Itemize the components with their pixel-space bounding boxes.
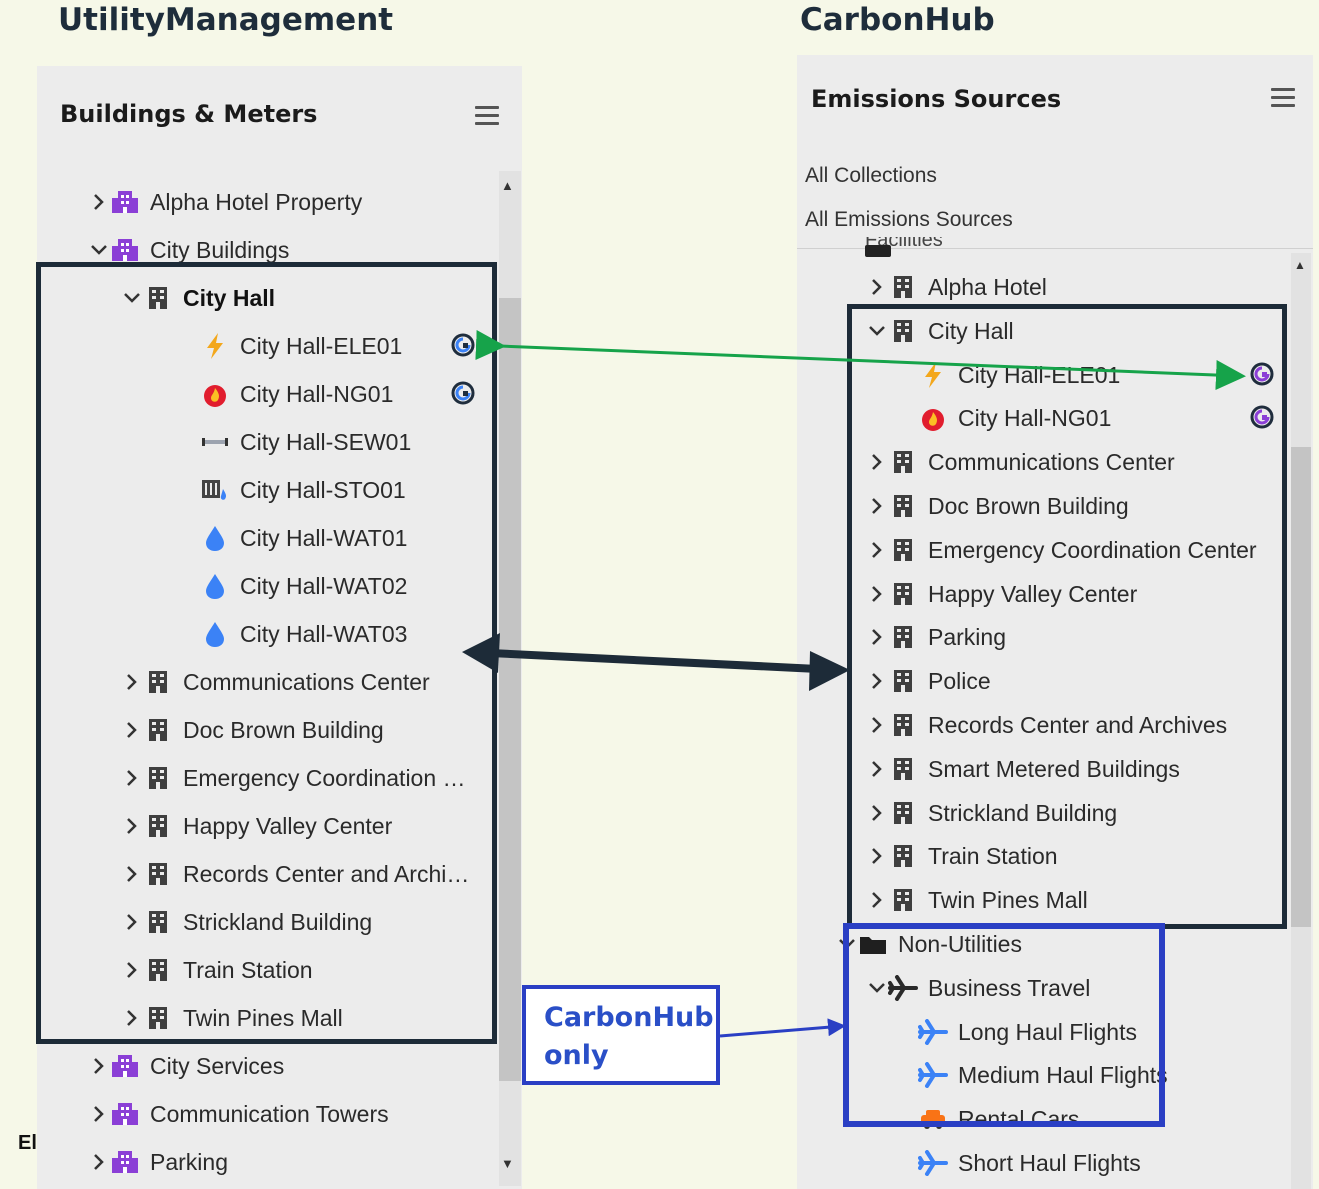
- dark-link-arrowhead-right: [809, 651, 850, 691]
- dark-link-arrowhead-left: [462, 633, 500, 673]
- dark-link-arrow-shaft: [489, 649, 819, 673]
- connector-arrows: [462, 330, 1246, 1038]
- green-link-arrow: [475, 330, 1246, 391]
- blue-callout-arrow: [719, 1018, 846, 1038]
